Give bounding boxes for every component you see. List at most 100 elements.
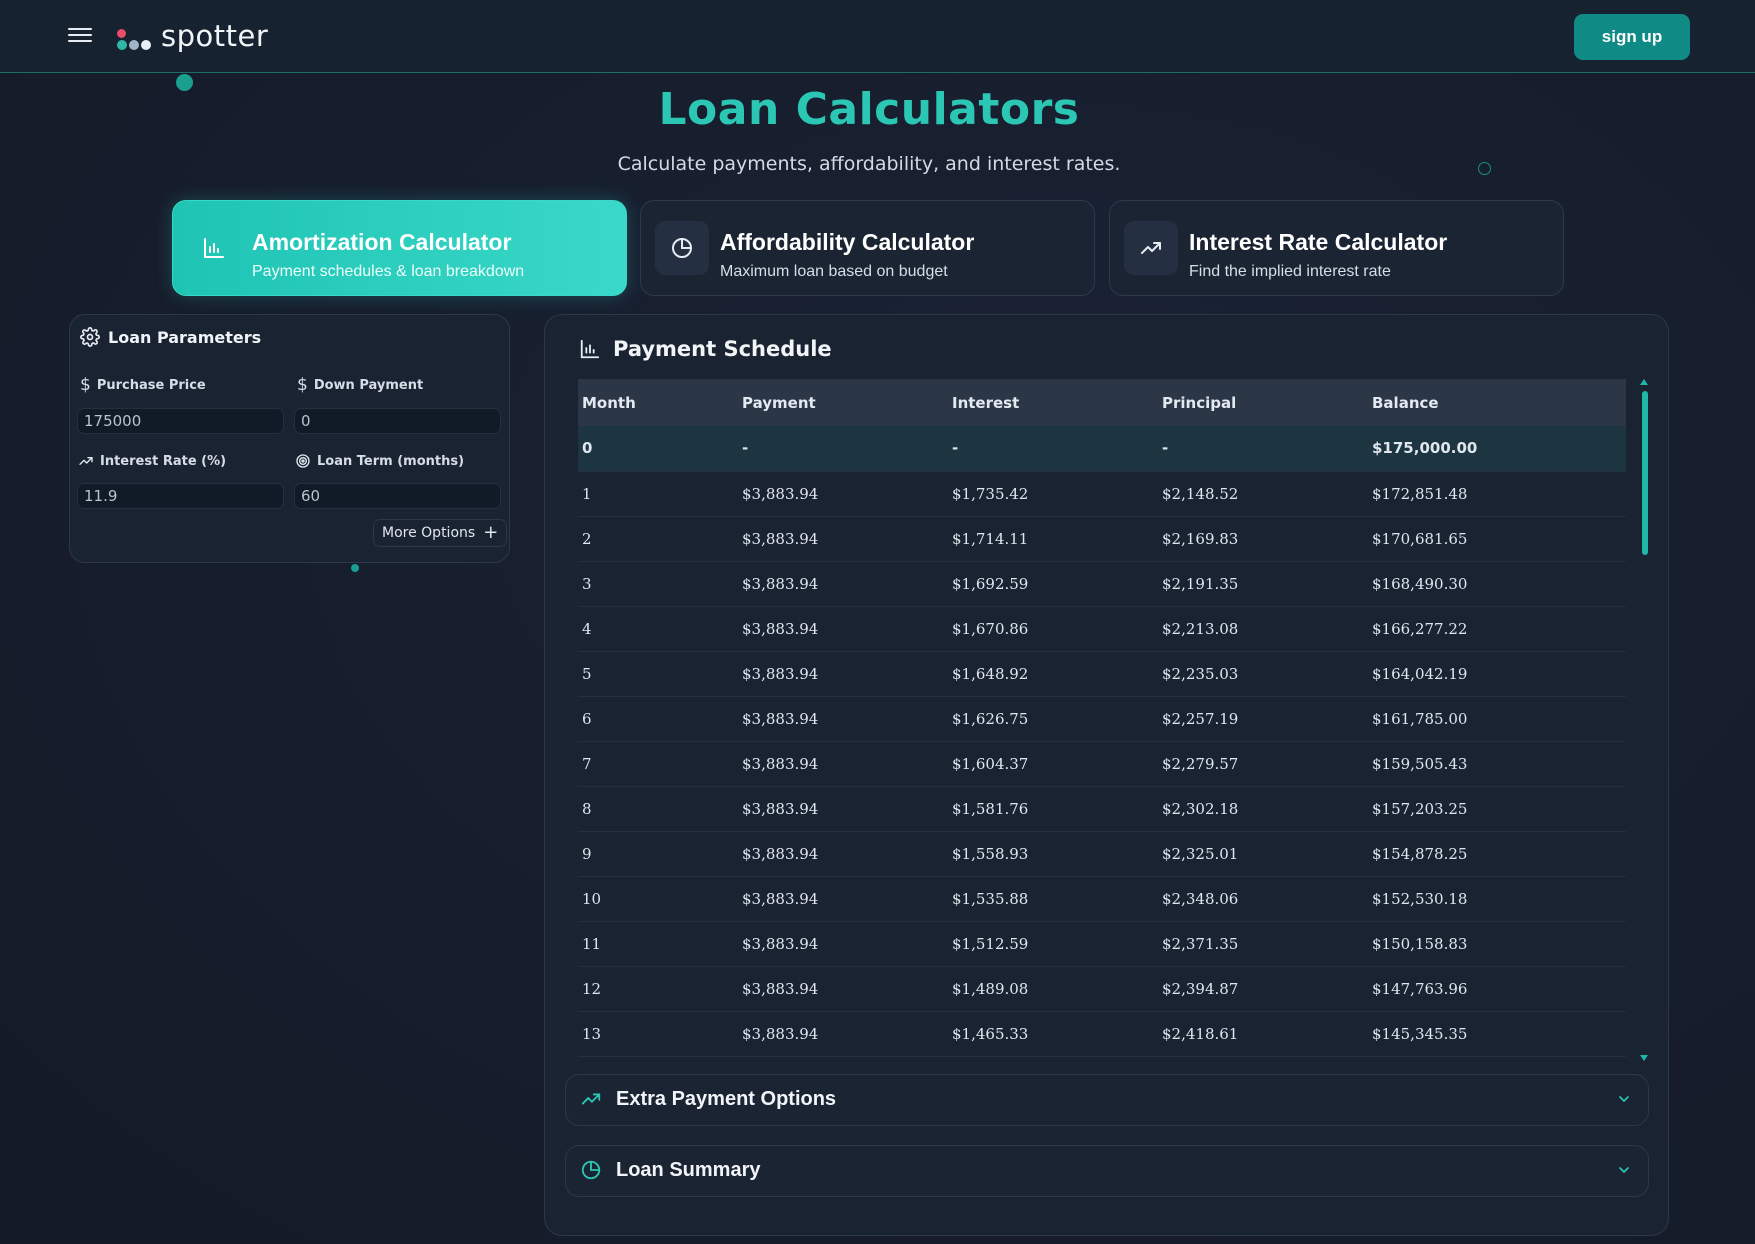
payment-cell: $3,883.94 [738, 786, 948, 832]
brand-logo[interactable]: spotter [117, 18, 268, 54]
chevron-down-icon [1619, 1096, 1629, 1103]
label-text: Down Payment [313, 377, 424, 393]
schedule-table-container[interactable]: Month Payment Interest Principal Balance… [578, 379, 1626, 1073]
more-options-button[interactable]: More Options + [373, 519, 508, 547]
payment-cell: $3,883.94 [738, 606, 948, 652]
loan-term-input[interactable]: 60 [294, 483, 501, 509]
tab-title: Affordability Calculator [720, 229, 975, 255]
payment-cell: $3,883.94 [738, 921, 948, 967]
dollar-icon: $ [80, 375, 91, 395]
page-subtitle: Calculate payments, affordability, and i… [617, 153, 1121, 175]
interest-cell: $1,558.93 [948, 831, 1158, 877]
sign-up-button[interactable]: sign up [1574, 14, 1690, 60]
pie-chart-icon [655, 221, 709, 275]
payment-cell: $3,883.94 [738, 966, 948, 1012]
tab-description: Payment schedules & loan breakdown [252, 263, 525, 280]
chevron-down-icon [1619, 1167, 1629, 1174]
schedule-table: Month Payment Interest Principal Balance… [578, 379, 1626, 1057]
decorative-dot [351, 564, 359, 572]
tab-affordability-calculator[interactable]: Affordability Calculator Maximum loan ba… [640, 200, 1095, 296]
principal-cell: $2,191.35 [1158, 561, 1368, 607]
balance-cell: $168,490.30 [1368, 561, 1626, 607]
hamburger-menu-icon[interactable] [68, 28, 92, 44]
principal-cell: $2,418.61 [1158, 1011, 1368, 1057]
principal-cell: $2,257.19 [1158, 696, 1368, 742]
month-cell: 8 [578, 786, 738, 832]
table-row: 0- - - $175,000.00 [578, 426, 1626, 472]
interest-cell: $1,489.08 [948, 966, 1158, 1012]
tab-description: Maximum loan based on budget [720, 263, 948, 280]
payment-cell: $3,883.94 [738, 1011, 948, 1057]
balance-cell: $159,505.43 [1368, 741, 1626, 787]
column-header-payment: Payment [738, 379, 948, 426]
table-row: 10 $3,883.94 $1,535.88 $2,348.06 $152,530.18 [578, 876, 1626, 922]
column-header-balance: Balance [1368, 379, 1626, 426]
scroll-up-icon[interactable] [1640, 379, 1648, 385]
interest-cell: $1,512.59 [948, 921, 1158, 967]
label-text: Purchase Price [96, 377, 206, 393]
interest-cell: $1,670.86 [948, 606, 1158, 652]
table-row: 12 $3,883.94 $1,489.08 $2,394.87 $147,763.96 [578, 966, 1626, 1012]
scroll-thumb[interactable] [1642, 391, 1648, 555]
loan-summary-accordion[interactable]: Loan Summary [565, 1145, 1649, 1197]
balance-cell: $154,878.25 [1368, 831, 1626, 877]
interest-rate-input[interactable]: 11.9 [77, 483, 284, 509]
month-cell: 7 [578, 741, 738, 787]
payment-cell: $3,883.94 [738, 561, 948, 607]
scroll-down-icon[interactable] [1640, 1055, 1648, 1061]
balance-cell: $145,345.35 [1368, 1011, 1626, 1057]
table-row: 1 $3,883.94 $1,735.42 $2,148.52 $172,851.48 [578, 471, 1626, 517]
panel-title: Loan Parameters [108, 327, 262, 347]
balance-cell: $152,530.18 [1368, 876, 1626, 922]
page-title: Loan Calculators [658, 84, 1080, 135]
dollar-icon: $ [297, 375, 308, 395]
balance-cell: $166,277.22 [1368, 606, 1626, 652]
table-header-row: Month Payment Interest Principal Balance [578, 379, 1626, 426]
tab-amortization-calculator[interactable]: Amortization Calculator Payment schedule… [172, 200, 627, 296]
month-cell: 4 [578, 606, 738, 652]
principal-cell: $2,148.52 [1158, 471, 1368, 517]
table-row: 11 $3,883.94 $1,512.59 $2,371.35 $150,158.83 [578, 921, 1626, 967]
gear-icon [80, 327, 100, 347]
table-row: 2 $3,883.94 $1,714.11 $2,169.83 $170,681.65 [578, 516, 1626, 562]
trending-up-icon [79, 457, 93, 465]
tab-description: Find the implied interest rate [1189, 263, 1391, 280]
table-scrollbar[interactable] [1639, 379, 1649, 1061]
plus-icon: + [483, 522, 499, 543]
month-cell: 6 [578, 696, 738, 742]
principal-cell: $2,213.08 [1158, 606, 1368, 652]
payment-cell: - [738, 426, 948, 472]
payment-cell: $3,883.94 [738, 471, 948, 517]
principal-cell: $2,371.35 [1158, 921, 1368, 967]
month-cell: 3 [578, 561, 738, 607]
tab-interest-rate-calculator[interactable]: Interest Rate Calculator Find the implie… [1109, 200, 1564, 296]
month-cell: 9 [578, 831, 738, 877]
payment-schedule-panel: Payment Schedule Month Payment Interest … [544, 314, 1669, 1236]
extra-payment-options-accordion[interactable]: Extra Payment Options [565, 1074, 1649, 1126]
label-text: Loan Term (months) [317, 453, 465, 469]
target-icon [296, 454, 310, 468]
bar-chart-icon [580, 339, 600, 359]
tab-title: Amortization Calculator [252, 229, 512, 255]
principal-cell: $2,394.87 [1158, 966, 1368, 1012]
table-row: 9 $3,883.94 $1,558.93 $2,325.01 $154,878.25 [578, 831, 1626, 877]
balance-cell: $157,203.25 [1368, 786, 1626, 832]
month-cell: 1 [578, 471, 738, 517]
down-payment-input[interactable]: 0 [294, 408, 501, 434]
purchase-price-input[interactable]: 175000 [77, 408, 284, 434]
brand-name: spotter [161, 19, 269, 53]
accordion-title: Extra Payment Options [616, 1088, 837, 1110]
payment-cell: $3,883.94 [738, 696, 948, 742]
month-cell: 5 [578, 651, 738, 697]
table-row: 13 $3,883.94 $1,465.33 $2,418.61 $145,345.35 [578, 1011, 1626, 1057]
balance-cell: $170,681.65 [1368, 516, 1626, 562]
table-row: 4 $3,883.94 $1,670.86 $2,213.08 $166,277.22 [578, 606, 1626, 652]
column-header-interest: Interest [948, 379, 1158, 426]
balance-cell: $175,000.00 [1368, 426, 1626, 472]
loan-term-label: Loan Term (months) [295, 453, 464, 469]
interest-cell: $1,604.37 [948, 741, 1158, 787]
payment-cell: $3,883.94 [738, 741, 948, 787]
accordion-title: Loan Summary [616, 1159, 761, 1181]
loan-parameters-panel: Loan Parameters $ Purchase Price 175000 … [69, 314, 510, 563]
principal-cell: $2,169.83 [1158, 516, 1368, 562]
